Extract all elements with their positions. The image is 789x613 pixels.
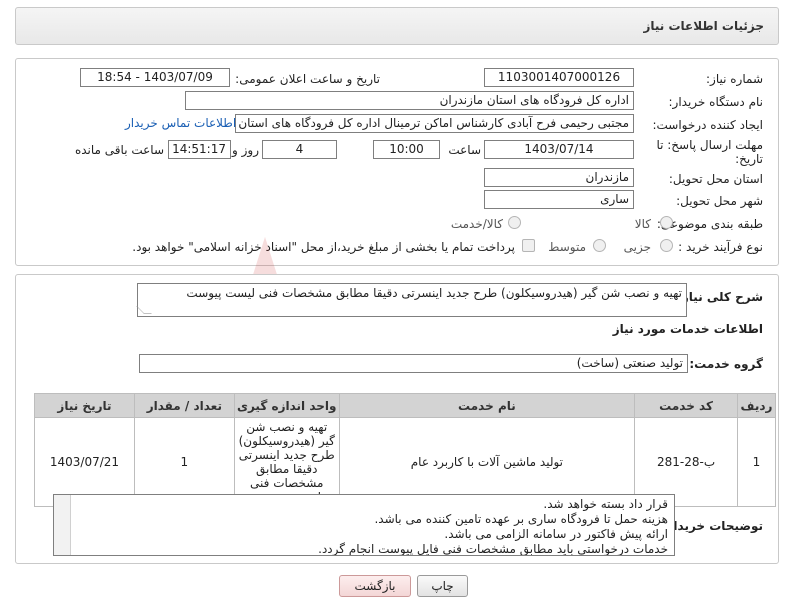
city-field: ساری xyxy=(484,190,634,209)
col-unit: واحد اندازه گیری xyxy=(233,393,340,418)
deadline-date-field: 1403/07/14 xyxy=(484,140,634,159)
services-table: تاریخ نیاز تعداد / مقدار واحد اندازه گیر… xyxy=(34,393,777,507)
service-group-field: تولید صنعتی (ساخت) xyxy=(139,354,688,373)
page-title: جزئیات اطلاعات نیاز xyxy=(643,19,764,33)
buyer-org-field: اداره کل فرودگاه های استان مازندران xyxy=(185,91,634,110)
print-button[interactable]: چاپ xyxy=(417,575,468,597)
process-medium-label: متوسط xyxy=(548,240,586,254)
process-minor-radio[interactable] xyxy=(660,239,673,252)
col-service-name: نام خدمت xyxy=(338,393,636,418)
need-number-label: شماره نیاز: xyxy=(706,72,763,86)
city-label: شهر محل تحویل: xyxy=(676,194,763,208)
announce-label: تاریخ و ساعت اعلان عمومی: xyxy=(235,72,380,86)
creator-field: مجتبی رحیمی فرح آبادی کارشناس اماکن ترمی… xyxy=(235,114,634,133)
back-button[interactable]: بازگشت xyxy=(339,575,411,597)
resize-handle-icon[interactable] xyxy=(136,306,152,314)
deadline-label-2: تاریخ: xyxy=(735,152,763,166)
note-line: ارائه پیش فاکتور در سامانه الزامی می باش… xyxy=(444,527,668,541)
summary-label: شرح کلی نیاز: xyxy=(677,290,763,304)
deadline-time-label: ساعت xyxy=(448,143,481,157)
deadline-label: مهلت ارسال پاسخ: تا xyxy=(656,138,763,152)
table-header-row: تاریخ نیاز تعداد / مقدار واحد اندازه گیر… xyxy=(34,393,777,418)
cell-unit-text: تهیه و نصب شن گیر (هیدروسیکلون) طرح جدید… xyxy=(238,420,335,504)
buyer-org-label: نام دستگاه خریدار: xyxy=(668,95,764,109)
process-medium-radio[interactable] xyxy=(593,239,606,252)
days-label: روز و xyxy=(232,143,259,157)
service-group-label: گروه خدمت: xyxy=(689,357,763,371)
treasury-payment-checkbox[interactable] xyxy=(522,239,535,252)
need-number-field: 1103001407000126 xyxy=(484,68,634,87)
province-field: مازندران xyxy=(484,168,634,187)
creator-label: ایجاد کننده درخواست: xyxy=(652,118,763,132)
process-label: نوع فرآیند خرید : xyxy=(678,240,763,254)
cell-row-number: 1 xyxy=(736,417,777,507)
category-goods-service-radio[interactable] xyxy=(508,216,521,229)
notes-scrollbar[interactable] xyxy=(54,495,71,555)
category-goods-label: کالا xyxy=(634,217,651,231)
deadline-time-field: 10:00 xyxy=(373,140,440,159)
note-line: خدمات درخواستی باید مطابق مشخصات فنی فای… xyxy=(318,542,668,556)
note-line: قرار داد بسته خواهد شد. xyxy=(543,497,668,511)
col-quantity: تعداد / مقدار xyxy=(133,393,235,418)
buyer-notes-textarea[interactable]: قرار داد بسته خواهد شد. هزینه حمل تا فرو… xyxy=(53,494,675,556)
time-remaining-label: ساعت باقی مانده xyxy=(74,143,164,157)
time-remaining-field: 14:51:17 xyxy=(168,140,231,159)
summary-textarea[interactable]: تهیه و نصب شن گیر (هیدروسیکلون) طرح جدید… xyxy=(136,283,687,317)
treasury-payment-note: پرداخت تمام یا بخشی از مبلغ خرید،از محل … xyxy=(132,240,515,254)
page-header: جزئیات اطلاعات نیاز xyxy=(15,7,779,45)
announce-datetime-field: 1403/07/09 - 18:54 xyxy=(80,68,230,87)
col-row: ردیف xyxy=(736,393,777,418)
services-section-title: اطلاعات خدمات مورد نیاز xyxy=(612,322,763,336)
days-remaining-field: 4 xyxy=(262,140,337,159)
category-goods-radio[interactable] xyxy=(660,216,673,229)
province-label: استان محل تحویل: xyxy=(668,172,763,186)
col-service-code: کد خدمت xyxy=(634,393,738,418)
summary-text: تهیه و نصب شن گیر (هیدروسیکلون) طرح جدید… xyxy=(186,286,682,300)
need-info-panel xyxy=(15,58,779,266)
col-need-date: تاریخ نیاز xyxy=(34,393,135,418)
buyer-notes-label: توضیحات خریدار: xyxy=(661,519,763,533)
process-minor-label: جزیی xyxy=(623,240,651,254)
category-goods-service-label: کالا/خدمت xyxy=(450,217,503,231)
buyer-contact-link[interactable]: اطلاعات تماس خریدار xyxy=(125,116,236,130)
note-line: هزینه حمل تا فرودگاه ساری بر عهده تامین … xyxy=(374,512,668,526)
